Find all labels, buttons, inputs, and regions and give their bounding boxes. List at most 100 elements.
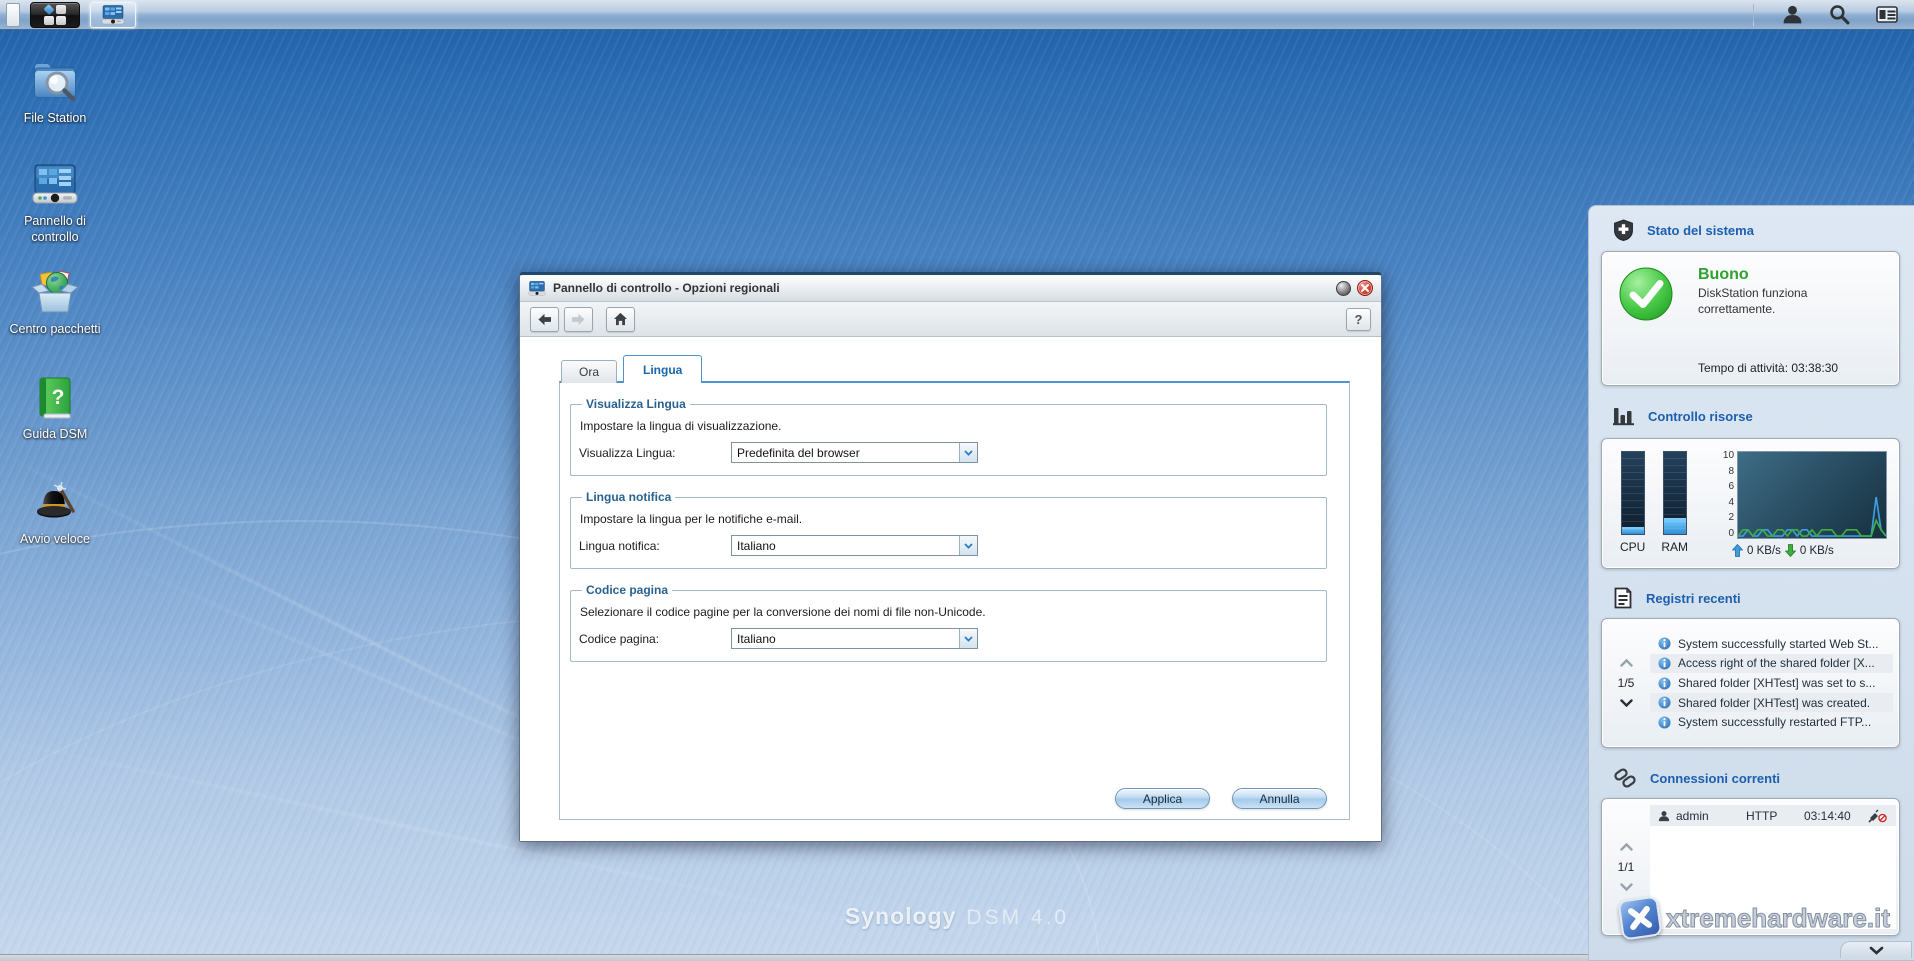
info-icon	[1658, 696, 1671, 709]
close-icon	[1361, 284, 1369, 292]
show-desktop-button[interactable]	[6, 2, 20, 27]
page-down-button[interactable]	[1619, 883, 1633, 891]
disconnect-icon[interactable]	[1868, 809, 1887, 823]
dsm-help-icon: ?	[39, 377, 71, 419]
window-icon	[528, 280, 546, 295]
synology-brand: Synology	[844, 903, 957, 929]
ram-meter	[1662, 451, 1687, 535]
main-menu-button[interactable]	[30, 1, 80, 28]
widget-title: Controllo risorse	[1648, 408, 1753, 424]
back-icon	[538, 313, 551, 325]
group-legend: Lingua notifica	[586, 490, 672, 504]
desktop-icon-label: Pannello di controllo	[24, 214, 86, 244]
pilot-view-button[interactable]	[1876, 5, 1898, 24]
codepage-group: Codice pagina Selezionare il codice pagi…	[570, 583, 1327, 662]
desktop-icon-dsm-help[interactable]: ? Guida DSM	[0, 373, 110, 443]
connections-header: Connessioni correnti	[1613, 767, 1780, 789]
control-panel-icon	[101, 4, 125, 24]
info-icon	[1658, 676, 1671, 690]
upload-speed: 0 KB/s	[1747, 544, 1781, 557]
notification-language-group: Lingua notifica Impostare la lingua per …	[570, 490, 1327, 569]
taskbar-separator	[1753, 3, 1754, 26]
cpu-meter	[1620, 451, 1645, 535]
select-dropdown-button[interactable]	[959, 443, 977, 462]
log-page-indicator: 1/5	[1617, 676, 1635, 690]
home-button[interactable]	[606, 306, 635, 332]
dialog-title: Pannello di controllo - Opzioni regional…	[553, 281, 780, 295]
widget-title: Registri recenti	[1646, 590, 1741, 606]
status-ok-icon	[1619, 267, 1673, 321]
info-icon	[1658, 716, 1671, 729]
control-panel-icon	[32, 164, 78, 204]
page-down-button[interactable]	[1619, 699, 1633, 707]
display-language-group: Visualizza Lingua Impostare la lingua di…	[570, 397, 1327, 476]
bar-chart-icon	[1613, 408, 1634, 426]
download-icon	[1784, 544, 1796, 557]
recent-logs-widget: 1/5 System successfully started Web St..…	[1601, 618, 1900, 748]
apply-button[interactable]: Applica	[1115, 788, 1210, 809]
network-speed-row: 0 KB/s 0 KB/s	[1732, 544, 1887, 557]
field-label: Lingua notifica:	[579, 538, 660, 553]
select-value: Italiano	[737, 539, 776, 553]
ram-meter-fill	[1663, 517, 1686, 534]
connection-list: admin HTTP 03:14:40	[1650, 805, 1896, 929]
desktop-icon-package-center[interactable]: Centro pacchetti	[0, 268, 110, 338]
taskbar-control-panel-button[interactable]	[90, 1, 136, 28]
log-row[interactable]: Shared folder [XHTest] was created.	[1650, 692, 1893, 713]
notification-language-select[interactable]: Italiano	[731, 535, 978, 556]
page-up-button[interactable]	[1619, 843, 1633, 851]
back-button[interactable]	[530, 306, 559, 332]
chevron-down-icon	[1869, 946, 1883, 955]
link-icon	[1614, 768, 1636, 788]
cpu-meter-fill	[1621, 527, 1644, 534]
page-up-button[interactable]	[1619, 659, 1633, 667]
log-row[interactable]: System successfully started Web St...	[1650, 634, 1893, 654]
user-icon	[1783, 5, 1802, 24]
dialog-toolbar: ?	[520, 302, 1381, 337]
log-icon	[1614, 587, 1632, 609]
select-dropdown-button[interactable]	[959, 629, 977, 648]
grid-icon	[43, 3, 66, 25]
help-button[interactable]: ?	[1346, 307, 1371, 331]
desktop-icon-control-panel[interactable]: Pannello di controllo	[0, 160, 110, 245]
codepage-select[interactable]: Italiano	[731, 628, 978, 649]
desktop-icon-file-station[interactable]: File Station	[0, 57, 110, 127]
desktop-icon-label: File Station	[23, 111, 87, 125]
close-button[interactable]	[1357, 280, 1373, 296]
sidebar-collapse-button[interactable]	[1840, 941, 1912, 958]
svg-text:?: ?	[52, 386, 65, 409]
desktop-icon-quick-start[interactable]: Avvio veloce	[0, 478, 110, 548]
connection-row[interactable]: admin HTTP 03:14:40	[1650, 805, 1896, 826]
log-row[interactable]: System successfully restarted FTP...	[1650, 712, 1893, 732]
resource-monitor-widget: CPU RAM 10 8 6 4 2 0 0 KB/s 0 KB/s	[1601, 438, 1900, 569]
group-description: Impostare la lingua di visualizzazione.	[580, 419, 782, 433]
upload-icon	[1732, 544, 1744, 557]
select-dropdown-button[interactable]	[959, 536, 977, 555]
cpu-label: CPU	[1620, 540, 1646, 554]
ram-label: RAM	[1661, 540, 1689, 554]
file-station-icon	[34, 64, 76, 102]
cancel-button[interactable]: Annulla	[1232, 788, 1327, 809]
pilot-view-icon	[1876, 6, 1898, 23]
shield-icon	[1614, 219, 1633, 241]
tab-ora[interactable]: Ora	[561, 360, 618, 383]
search-button[interactable]	[1829, 4, 1850, 25]
group-description: Selezionare il codice pagine per la conv…	[580, 605, 986, 619]
log-row[interactable]: Shared folder [XHTest] was set to s...	[1650, 673, 1893, 693]
status-description: DiskStation funziona correttamente.	[1698, 286, 1808, 316]
dialog-body: Ora Lingua Visualizza Lingua Impostare l…	[520, 340, 1381, 841]
connection-page-indicator: 1/1	[1617, 860, 1635, 874]
forward-button[interactable]	[564, 306, 593, 332]
minimize-button[interactable]	[1336, 280, 1351, 296]
user-menu-button[interactable]	[1782, 4, 1803, 25]
info-icon	[1658, 637, 1671, 650]
display-language-select[interactable]: Predefinita del browser	[731, 442, 978, 463]
desktop-icon-label: Guida DSM	[22, 427, 88, 441]
log-row[interactable]: Access right of the shared folder [X...	[1650, 653, 1893, 674]
field-label: Visualizza Lingua:	[579, 445, 676, 460]
taskbar	[0, 0, 1914, 30]
select-value: Predefinita del browser	[737, 446, 860, 460]
dialog-titlebar[interactable]: Pannello di controllo - Opzioni regional…	[520, 275, 1381, 302]
widget-title: Stato del sistema	[1647, 222, 1754, 238]
tab-lingua[interactable]: Lingua	[623, 355, 703, 383]
